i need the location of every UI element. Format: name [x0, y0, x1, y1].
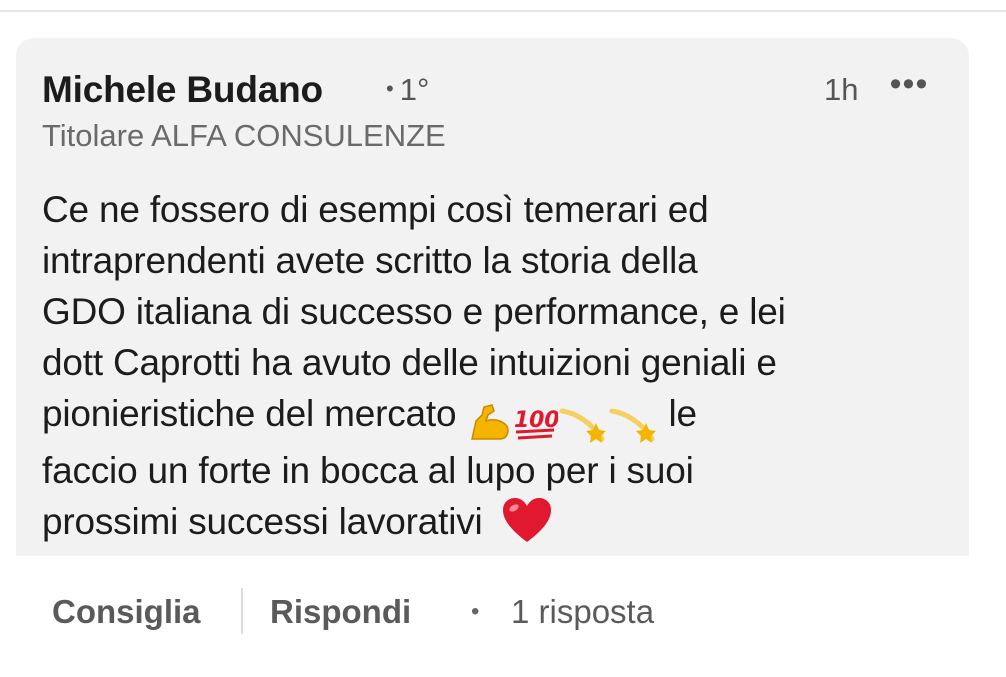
degree-label: 1°: [399, 72, 430, 107]
more-options-button[interactable]: •••: [884, 65, 934, 106]
dizzy-icon: [559, 408, 607, 444]
author-headline: Titolare ALFA CONSULENZE: [42, 118, 446, 153]
flexed-biceps-icon: [471, 404, 510, 440]
more-icon: •••: [889, 65, 929, 103]
author-name[interactable]: Michele Budano: [42, 68, 323, 112]
hundred-points-icon: 100: [514, 408, 558, 440]
like-button[interactable]: Consiglia: [52, 586, 201, 638]
dizzy-icon: [609, 408, 657, 444]
replies-separator: •: [471, 598, 480, 625]
comment-actions: Consiglia Rispondi • 1 risposta: [0, 586, 1006, 638]
top-divider: [0, 10, 1006, 12]
emoji-group: 100: [466, 394, 658, 445]
comment-text: Ce ne fossero di esempi così temerari ed…: [42, 184, 942, 547]
reply-button[interactable]: Rispondi: [270, 586, 411, 638]
degree-separator: •: [386, 76, 394, 101]
connection-degree: • 1°: [386, 68, 429, 115]
comment-timestamp: 1h: [824, 72, 859, 107]
action-divider: [241, 588, 243, 634]
comment-bubble: Michele Budano • 1° 1h ••• Titolare ALFA …: [16, 38, 969, 556]
replies-count-link[interactable]: 1 risposta: [511, 586, 654, 638]
red-heart-icon: [502, 498, 551, 542]
